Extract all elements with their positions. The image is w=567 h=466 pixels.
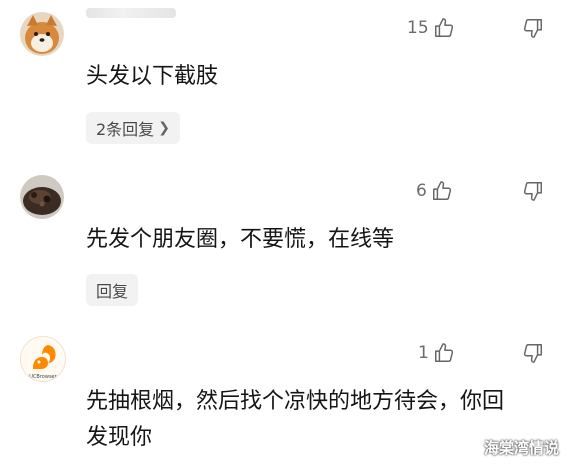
thumbs-down-icon bbox=[523, 344, 542, 363]
like-button[interactable]: 1 bbox=[418, 342, 455, 364]
thumbs-down-icon bbox=[523, 182, 542, 201]
reply-button[interactable]: 回复 bbox=[86, 274, 139, 306]
thumbs-down-icon bbox=[523, 19, 542, 38]
dislike-button[interactable] bbox=[522, 180, 544, 202]
reply-label: 2条回复 bbox=[96, 120, 155, 139]
comment-text: 先发个朋友圈，不要慌，在线等 bbox=[86, 227, 395, 252]
like-count: 15 bbox=[407, 18, 429, 38]
avatar[interactable] bbox=[20, 12, 64, 56]
comment-text-line: 发现你 bbox=[86, 425, 153, 450]
username-blurred bbox=[86, 8, 176, 18]
thumbs-up-icon bbox=[434, 343, 453, 362]
like-button[interactable]: 6 bbox=[416, 180, 453, 202]
view-replies-button[interactable]: 2条回复 ❯ bbox=[86, 112, 180, 144]
thumbs-up-icon bbox=[434, 18, 453, 37]
uc-logo-text: UCBrowser bbox=[29, 374, 57, 380]
comment-text: 先抽根烟，然后找个凉快的地方待会，你回 发现你 bbox=[86, 384, 546, 456]
like-button[interactable]: 15 bbox=[407, 17, 455, 39]
like-count: 1 bbox=[418, 343, 429, 363]
avatar[interactable] bbox=[20, 175, 64, 219]
dislike-button[interactable] bbox=[522, 17, 544, 39]
shiba-dog-avatar-image bbox=[20, 12, 64, 56]
like-count: 6 bbox=[416, 181, 427, 201]
watermark: 海棠湾情说 bbox=[483, 439, 559, 457]
food-photo-avatar-image bbox=[20, 175, 64, 219]
dislike-button[interactable] bbox=[522, 342, 544, 364]
comment-text: 头发以下截肢 bbox=[86, 64, 219, 89]
reply-label: 回复 bbox=[96, 282, 129, 301]
comment-text-line: 先抽根烟，然后找个凉快的地方待会，你回 bbox=[86, 389, 505, 414]
thumbs-up-icon bbox=[432, 181, 451, 200]
chevron-right-icon: ❯ bbox=[158, 120, 170, 136]
avatar[interactable]: UCBrowser bbox=[20, 336, 66, 382]
uc-browser-squirrel-avatar-image: UCBrowser bbox=[21, 337, 65, 381]
